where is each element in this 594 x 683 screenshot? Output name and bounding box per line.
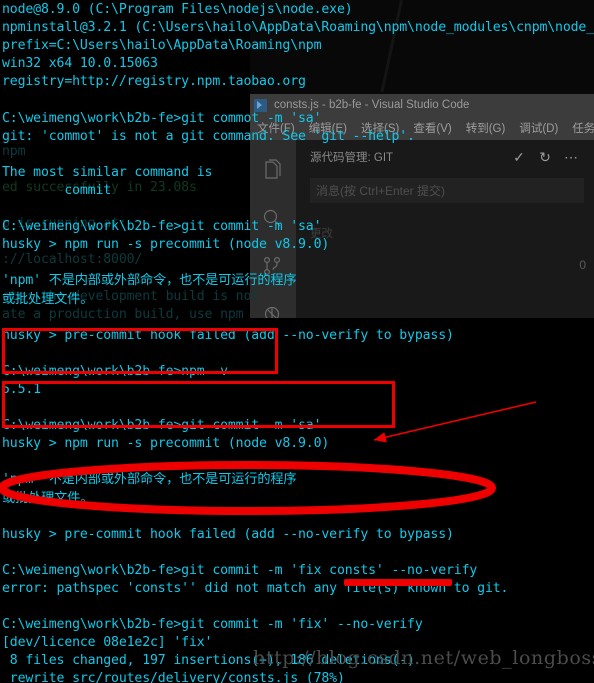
- terminal-output[interactable]: node@8.9.0 (C:\Program Files\nodejs\node…: [0, 0, 594, 683]
- watermark-url: http://blog.csdn.net/web_longboss: [253, 647, 594, 669]
- screenshot-root: consts.js - b2b-fe - Visual Studio Code …: [0, 0, 594, 683]
